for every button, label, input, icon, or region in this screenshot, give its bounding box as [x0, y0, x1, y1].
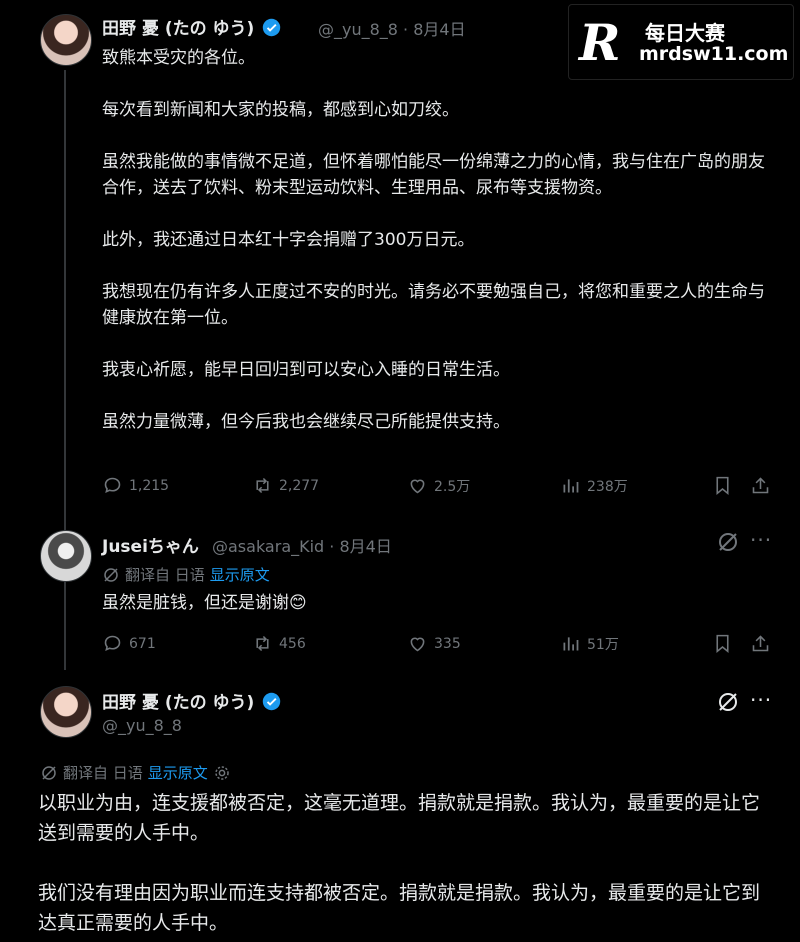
reply-icon — [104, 635, 121, 651]
repost-button[interactable]: 2,277 — [252, 475, 319, 496]
bookmark-icon — [716, 476, 729, 496]
avatar[interactable] — [40, 686, 92, 738]
translation-note: 翻译自 日语 显示原文 — [102, 564, 270, 585]
reply-count: 671 — [129, 635, 156, 652]
bookmark-icon — [716, 634, 729, 654]
views-icon — [563, 637, 579, 651]
view-count: 238万 — [587, 478, 628, 495]
tweet-paragraph: 我想现在仍有许多人正度过不安的时光。请务必不要勉强自己，将您和重要之人的生命与健… — [102, 282, 765, 328]
bookmark-button[interactable] — [712, 475, 733, 496]
repost-icon — [256, 635, 269, 652]
watermark-logo: R — [579, 13, 621, 72]
author-name[interactable]: 田野 憂 (たの ゆう) — [102, 14, 281, 39]
author-name-label: 田野 憂 (たの ゆう) — [102, 693, 255, 713]
tweet-paragraph: 每次看到新闻和大家的投稿，都感到心如刀绞。 — [102, 100, 459, 120]
tweet-paragraph: 我们没有理由因为职业而连支持都被否定。捐款就是捐款。我认为，最重要的是让它到达真… — [38, 882, 761, 934]
more-options-icon[interactable]: ··· — [750, 688, 772, 712]
share-icon — [752, 477, 769, 494]
author-handle-date[interactable]: @_yu_8_8 · 8月4日 — [318, 16, 466, 40]
views-button[interactable]: 51万 — [560, 633, 619, 654]
heart-icon — [410, 637, 425, 652]
watermark: R 每日大赛 mrdsw11.com — [568, 4, 794, 80]
show-original-link[interactable]: 显示原文 — [210, 564, 270, 585]
tweet-text: 致熊本受灾的各位。 每次看到新闻和大家的投稿，都感到心如刀绞。 虽然我能做的事情… — [102, 45, 768, 435]
heart-icon — [410, 479, 425, 494]
like-count: 2.5万 — [434, 478, 471, 495]
share-icon — [752, 635, 769, 652]
author-name[interactable]: Juseiちゃん — [102, 532, 199, 557]
translated-from-label: 翻译自 日语 — [125, 566, 205, 584]
views-icon — [563, 479, 579, 493]
like-button[interactable]: 335 — [407, 633, 461, 654]
author-handle-date[interactable]: @asakara_Kid · 8月4日 — [212, 533, 392, 557]
reply-count: 1,215 — [129, 477, 170, 494]
grok-icon[interactable] — [716, 690, 740, 718]
bookmark-button[interactable] — [712, 633, 733, 654]
timeline: 田野 憂 (たの ゆう) @_yu_8_8 · 8月4日 致熊本受灾的各位。 每… — [22, 0, 782, 942]
translate-icon — [104, 567, 118, 582]
watermark-site-name: 每日大赛 — [645, 21, 725, 45]
author-name[interactable]: 田野 憂 (たの ゆう) — [102, 688, 281, 713]
grok-icon[interactable] — [716, 530, 740, 558]
tweet-paragraph: 虽然力量微薄，但今后我也会继续尽己所能提供支持。 — [102, 412, 510, 432]
tweet-paragraph: 虽然我能做的事情微不足道，但怀着哪怕能尽一份绵薄之力的心情，我与住在广岛的朋友合… — [102, 152, 765, 198]
repost-icon — [256, 477, 269, 494]
reply-button[interactable]: 671 — [102, 633, 156, 654]
tweet-text: 虽然是脏钱，但还是谢谢😊 — [102, 593, 307, 613]
thread-line — [64, 584, 66, 668]
like-button[interactable]: 2.5万 — [407, 475, 470, 496]
tweet-paragraph: 以职业为由，连支援都被否定，这毫无道理。捐款就是捐款。我认为，最重要的是让它送到… — [38, 792, 761, 844]
tweet-actions: 1,215 2,277 2.5万 238万 — [102, 475, 772, 499]
translate-icon — [42, 765, 56, 780]
verified-badge-icon — [263, 18, 281, 37]
repost-count: 2,277 — [279, 477, 320, 494]
tweet-paragraph: 我衷心祈愿，能早日回归到可以安心入睡的日常生活。 — [102, 360, 510, 380]
tweet-paragraph: 此外，我还通过日本红十字会捐赠了300万日元。 — [102, 230, 475, 250]
more-options-icon[interactable]: ··· — [750, 528, 772, 552]
avatar[interactable] — [40, 530, 92, 582]
reply-button[interactable]: 1,215 — [102, 475, 169, 496]
show-original-link[interactable]: 显示原文 — [148, 762, 208, 783]
translation-note: 翻译自 日语 显示原文 — [40, 762, 231, 783]
repost-count: 456 — [279, 635, 306, 652]
gear-icon[interactable] — [213, 764, 231, 782]
author-name-label: 田野 憂 (たの ゆう) — [102, 19, 255, 39]
share-button[interactable] — [750, 633, 771, 654]
author-handle[interactable]: @_yu_8_8 — [102, 716, 182, 735]
repost-button[interactable]: 456 — [252, 633, 306, 654]
share-button[interactable] — [750, 475, 771, 496]
view-count: 51万 — [587, 636, 619, 653]
tweet-actions: 671 456 335 51万 — [102, 633, 772, 657]
tweet-text: 以职业为由，连支援都被否定，这毫无道理。捐款就是捐款。我认为，最重要的是让它送到… — [38, 788, 768, 938]
reply-icon — [104, 477, 121, 493]
like-count: 335 — [434, 635, 461, 652]
verified-badge-icon — [263, 692, 281, 711]
avatar[interactable] — [40, 14, 92, 66]
views-button[interactable]: 238万 — [560, 475, 628, 496]
watermark-url: mrdsw11.com — [639, 43, 789, 65]
translated-from-label: 翻译自 日语 — [63, 764, 143, 782]
